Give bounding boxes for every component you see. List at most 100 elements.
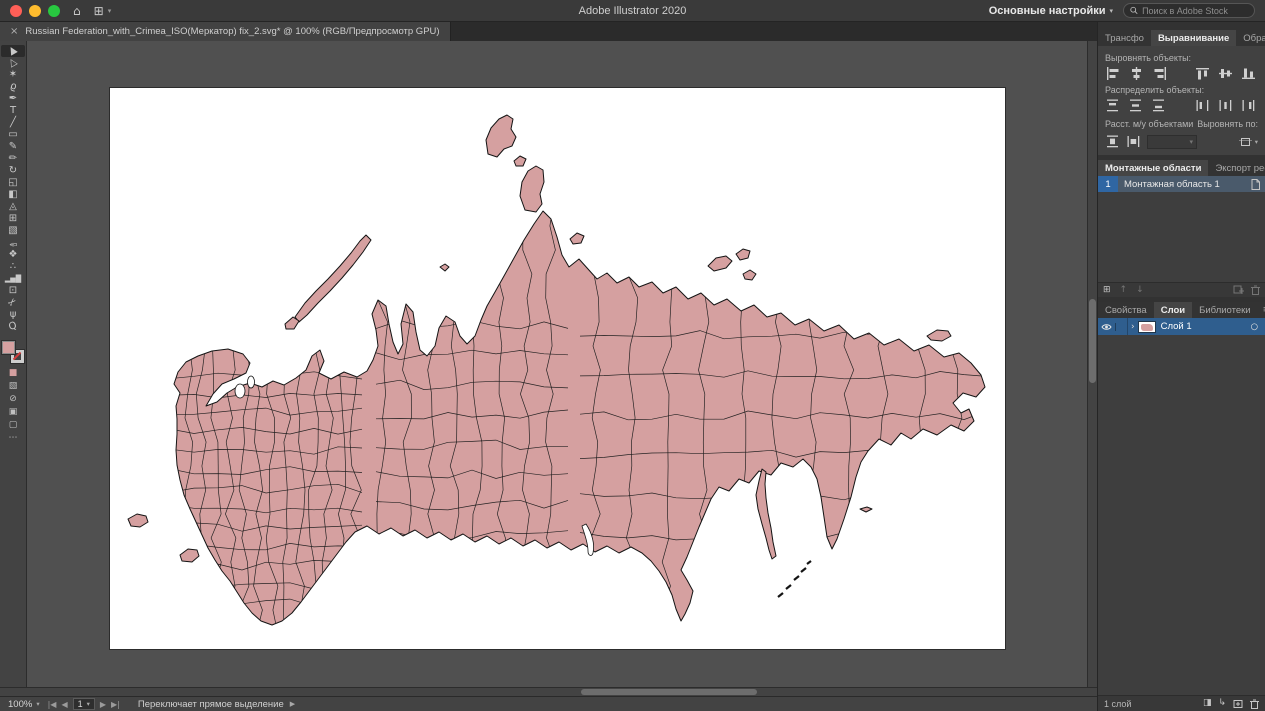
russia-map-artwork[interactable] xyxy=(110,88,1005,649)
make-clipping-mask-icon[interactable]: ◨ xyxy=(1203,699,1212,708)
move-artboard-down-icon[interactable]: ↓ xyxy=(1136,286,1144,295)
zoom-tool[interactable]: Q xyxy=(1,321,25,333)
pencil-tool[interactable]: ✏ xyxy=(1,153,25,165)
workspace-switcher[interactable]: Основные настройки ▾ xyxy=(989,5,1113,17)
stock-search-box[interactable] xyxy=(1123,3,1255,18)
status-expand-icon[interactable]: ▶ xyxy=(290,700,295,708)
blend-tool[interactable]: ❖ xyxy=(1,249,25,261)
align-bottom-button[interactable] xyxy=(1241,66,1258,81)
distribute-left-button[interactable] xyxy=(1195,98,1212,113)
layer-visibility-toggle[interactable] xyxy=(1098,323,1116,331)
slice-tool[interactable]: ✂ xyxy=(1,297,25,309)
layer-expand-icon[interactable]: › xyxy=(1128,322,1138,332)
arrange-documents-icon[interactable]: ⊞ xyxy=(94,5,104,17)
delete-layer-icon[interactable] xyxy=(1250,699,1259,709)
artboard-1[interactable] xyxy=(110,88,1005,649)
distribute-vertical-center-button[interactable] xyxy=(1128,98,1145,113)
scale-tool[interactable]: ◱ xyxy=(1,177,25,189)
horizontal-distribute-space-button[interactable] xyxy=(1126,134,1143,149)
last-artboard-button[interactable]: ▶| xyxy=(111,700,120,709)
symbol-sprayer-tool[interactable]: ∴ xyxy=(1,261,25,273)
spacing-value-dropdown[interactable]: ▾ xyxy=(1147,135,1197,149)
window-titlebar: ⌂ ⊞ ▾ Adobe Illustrator 2020 Основные на… xyxy=(0,0,1265,22)
tab-transform[interactable]: Трансфо xyxy=(1098,30,1151,46)
distribute-top-button[interactable] xyxy=(1105,98,1122,113)
distribute-horizontal-center-button[interactable] xyxy=(1218,98,1235,113)
artboard-list-item[interactable]: 1 Монтажная область 1 xyxy=(1098,176,1265,192)
first-artboard-button[interactable]: |◀ xyxy=(48,700,57,709)
align-vertical-center-button[interactable] xyxy=(1218,66,1235,81)
move-artboard-up-icon[interactable]: ↑ xyxy=(1120,286,1128,295)
search-input[interactable] xyxy=(1142,6,1248,16)
align-to-dropdown[interactable]: ▾ xyxy=(1239,136,1258,148)
eyedropper-tool[interactable]: ✑ xyxy=(1,237,25,249)
eyedropper-tool-icon: ✑ xyxy=(9,238,17,248)
lasso-tool[interactable]: ϱ xyxy=(1,81,25,93)
edit-toolbar-button[interactable]: ⋯ xyxy=(9,434,18,443)
screen-mode-button[interactable]: ▢ xyxy=(9,421,18,430)
distribute-right-button[interactable] xyxy=(1241,98,1258,113)
type-tool[interactable]: T xyxy=(1,105,25,117)
close-tab-icon[interactable]: × xyxy=(10,26,18,37)
tab-pathfinder[interactable]: Обработ xyxy=(1236,30,1265,46)
panel-menu-icon[interactable]: ≡ xyxy=(1258,302,1265,318)
align-horizontal-center-button[interactable] xyxy=(1128,66,1145,81)
new-sublayer-icon[interactable]: ↳ xyxy=(1218,699,1226,708)
layer-target-icon[interactable]: ○ xyxy=(1251,322,1258,332)
none-button[interactable]: ⊘ xyxy=(9,395,17,404)
vertical-distribute-space-button[interactable] xyxy=(1105,134,1122,149)
zoom-level-dropdown[interactable]: 100% ▾ xyxy=(8,699,40,710)
mesh-tool[interactable]: ⊞ xyxy=(1,213,25,225)
artboard-name[interactable]: Монтажная область 1 xyxy=(1118,179,1251,190)
tab-libraries[interactable]: Библиотеки xyxy=(1192,302,1257,318)
fullscreen-window-button[interactable] xyxy=(48,5,60,17)
gradient-tool[interactable]: ▧ xyxy=(1,225,25,237)
document-tab[interactable]: × Russian Federation_with_Crimea_ISO(Мер… xyxy=(0,22,451,41)
artboard-grid-view-icon[interactable]: ⊞ xyxy=(1103,286,1111,295)
rectangle-tool[interactable]: ▭ xyxy=(1,129,25,141)
tab-properties[interactable]: Свойства xyxy=(1098,302,1154,318)
distribute-bottom-button[interactable] xyxy=(1151,98,1168,113)
draw-mode-button[interactable]: ▣ xyxy=(9,408,18,417)
tab-align[interactable]: Выравнивание xyxy=(1151,30,1236,46)
close-window-button[interactable] xyxy=(10,5,22,17)
canvas-pasteboard[interactable] xyxy=(27,41,1087,687)
magic-wand-tool[interactable]: ✶ xyxy=(1,69,25,81)
color-button[interactable]: ■ xyxy=(9,369,18,378)
pen-tool[interactable]: ✒ xyxy=(1,93,25,105)
layer-list-item[interactable]: › Слой 1 ○ xyxy=(1098,318,1265,335)
vertical-scrollbar[interactable] xyxy=(1087,41,1097,687)
align-top-button[interactable] xyxy=(1195,66,1212,81)
layer-name[interactable]: Слой 1 xyxy=(1156,321,1251,332)
previous-artboard-button[interactable]: ◀ xyxy=(61,700,67,709)
tab-layers[interactable]: Слои xyxy=(1154,302,1192,318)
gradient-button[interactable]: ▧ xyxy=(9,382,18,391)
align-left-button[interactable] xyxy=(1105,66,1122,81)
shape-builder-tool[interactable]: ◧ xyxy=(1,189,25,201)
new-layer-icon[interactable] xyxy=(1233,699,1243,709)
minimize-window-button[interactable] xyxy=(29,5,41,17)
vertical-scrollbar-thumb[interactable] xyxy=(1089,299,1096,383)
horizontal-scrollbar[interactable] xyxy=(0,687,1097,696)
graph-tool[interactable]: ▂▅█ xyxy=(1,273,25,285)
home-icon[interactable]: ⌂ xyxy=(73,5,81,17)
tab-asset-export[interactable]: Экспорт ресур xyxy=(1208,160,1265,176)
layer-lock-cell[interactable] xyxy=(1116,318,1128,335)
artboard-navigation-dropdown[interactable]: 1 ▾ xyxy=(73,698,95,710)
hand-tool[interactable]: ψ xyxy=(1,309,25,321)
align-right-button[interactable] xyxy=(1151,66,1168,81)
rotate-tool[interactable]: ↻ xyxy=(1,165,25,177)
next-artboard-button[interactable]: ▶ xyxy=(100,700,106,709)
line-segment-tool-icon: ╱ xyxy=(10,118,16,128)
line-segment-tool[interactable]: ╱ xyxy=(1,117,25,129)
fill-stroke-swatches[interactable] xyxy=(2,341,24,363)
horizontal-scrollbar-thumb[interactable] xyxy=(581,689,757,695)
tab-artboards[interactable]: Монтажные области xyxy=(1098,160,1208,176)
delete-artboard-icon[interactable] xyxy=(1251,285,1260,295)
paintbrush-tool[interactable]: ✎ xyxy=(1,141,25,153)
fill-swatch[interactable] xyxy=(2,341,15,354)
perspective-grid-tool[interactable]: ◬ xyxy=(1,201,25,213)
artboard-tool[interactable]: ⊡ xyxy=(1,285,25,297)
new-artboard-icon[interactable] xyxy=(1233,285,1244,295)
direct-selection-tool[interactable]: △ xyxy=(1,57,25,69)
